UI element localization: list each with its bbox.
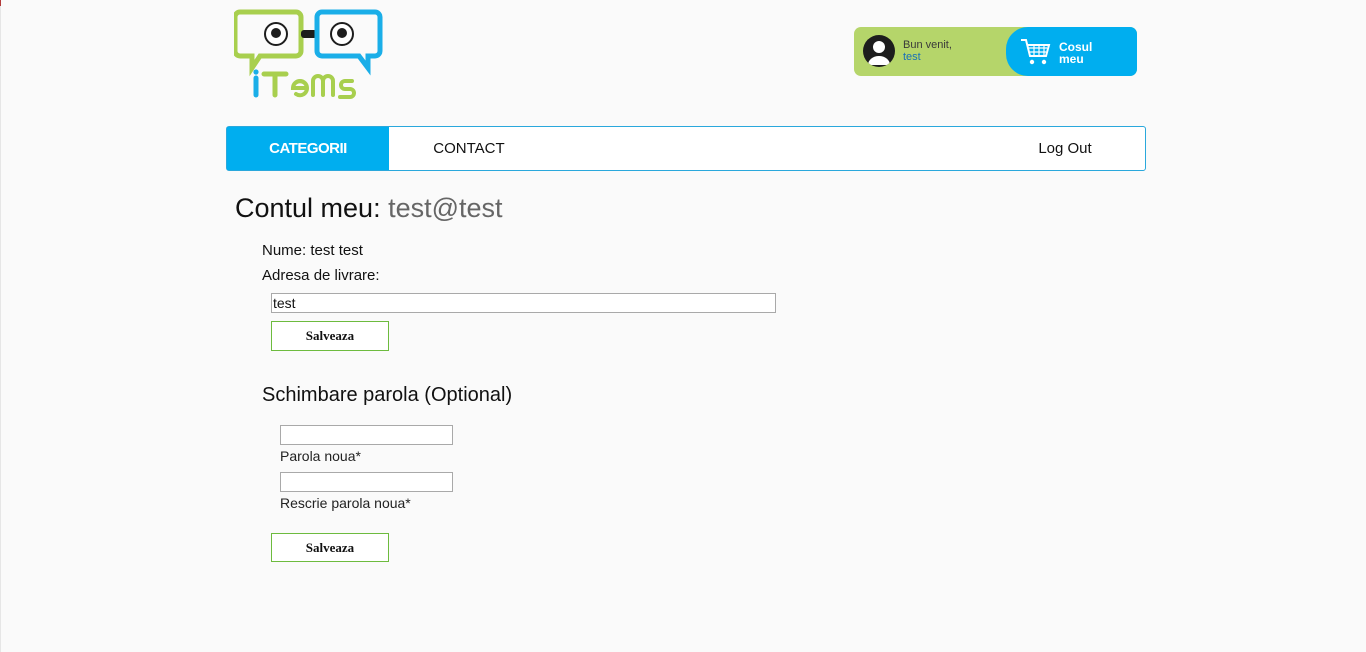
- save-password-button[interactable]: Salveaza: [271, 533, 389, 562]
- user-avatar-icon[interactable]: [863, 35, 895, 67]
- nav-contact[interactable]: CONTACT: [409, 127, 529, 170]
- repeat-password-input[interactable]: [280, 472, 453, 492]
- corner-mark: [0, 0, 1, 6]
- new-password-input[interactable]: [280, 425, 453, 445]
- shopping-cart-icon[interactable]: [1020, 37, 1052, 67]
- items-logo-icon: [234, 9, 383, 99]
- account-email: test@test: [388, 193, 503, 223]
- welcome-text: Bun venit,: [903, 39, 952, 51]
- page-title: Contul meu: test@test: [235, 193, 503, 224]
- nav-categories[interactable]: CATEGORII: [227, 127, 389, 170]
- username-link[interactable]: test: [903, 51, 921, 63]
- page-title-label: Contul meu:: [235, 193, 381, 223]
- save-address-button[interactable]: Salveaza: [271, 321, 389, 351]
- password-section-title: Schimbare parola (Optional): [262, 384, 513, 406]
- main-navbar: CATEGORII CONTACT Log Out: [226, 126, 1146, 171]
- address-input[interactable]: [271, 293, 776, 313]
- address-label: Adresa de livrare:: [262, 267, 380, 284]
- new-password-label: Parola noua*: [280, 448, 361, 464]
- user-cart-widget: Bun venit, test Cosul meu: [854, 27, 1137, 76]
- account-name: Nume: test test: [262, 242, 363, 259]
- cart-label[interactable]: Cosul meu: [1059, 41, 1109, 65]
- cart-label-line2: meu: [1059, 52, 1084, 66]
- nav-logout[interactable]: Log Out: [1015, 127, 1115, 170]
- repeat-password-label: Rescrie parola noua*: [280, 495, 411, 511]
- page-left-border: [0, 0, 1, 652]
- brand-logo[interactable]: [234, 8, 384, 100]
